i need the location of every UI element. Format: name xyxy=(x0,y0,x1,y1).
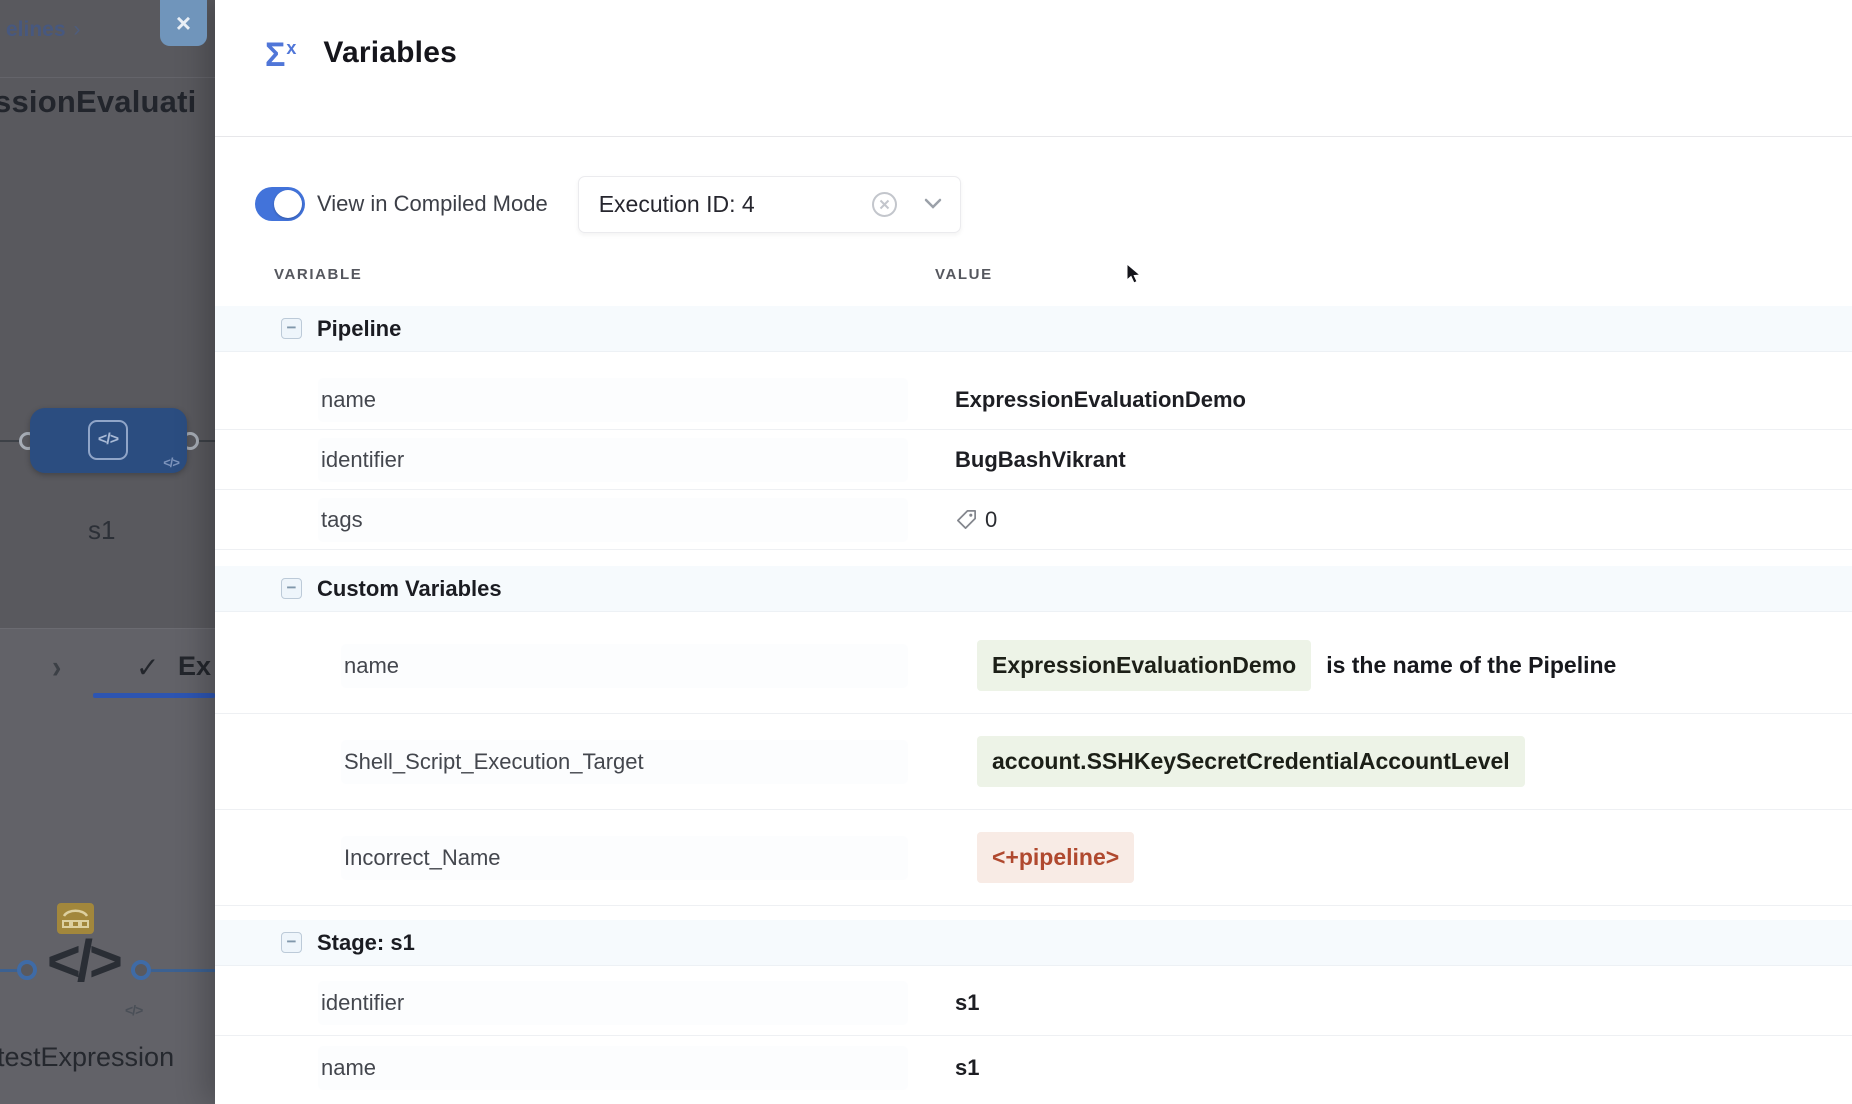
step-connector-line xyxy=(0,969,18,972)
pipeline-page-title: ssionEvaluati xyxy=(0,84,196,120)
step-label: testExpression xyxy=(0,1042,174,1073)
section-header-stage-s1[interactable]: − Stage: s1 xyxy=(215,920,1852,966)
column-header-value: VALUE xyxy=(930,266,993,283)
variable-name-label: tags xyxy=(318,498,908,542)
check-icon: ✓ xyxy=(136,651,159,684)
variable-value: s1 xyxy=(955,990,979,1016)
variable-value: s1 xyxy=(955,1055,979,1081)
toolbar-divider xyxy=(0,77,215,78)
table-row: identifier s1 xyxy=(215,970,1852,1036)
variables-table: VARIABLE VALUE − Pipeline name Expressio… xyxy=(215,257,1852,1100)
unresolved-value-chip: <+pipeline> xyxy=(977,832,1134,883)
node-connector-line xyxy=(197,440,215,442)
table-row: identifier BugBashVikrant xyxy=(215,430,1852,490)
resolved-value-chip: account.SSHKeySecretCredentialAccountLev… xyxy=(977,736,1525,787)
dimmed-pipeline-backdrop: elines› ssionEvaluati </> </> s1 › ✓ Ex … xyxy=(0,0,215,1104)
tags-value: 0 xyxy=(955,507,997,533)
compiled-mode-label: View in Compiled Mode xyxy=(317,191,548,217)
variable-name-label: name xyxy=(341,644,908,688)
chevron-down-icon[interactable] xyxy=(924,198,942,210)
table-row: name s1 xyxy=(215,1036,1852,1100)
resolved-value-chip: ExpressionEvaluationDemo xyxy=(977,640,1311,691)
variable-name-label: name xyxy=(318,378,908,422)
collapse-minus-icon[interactable]: − xyxy=(281,932,302,953)
clear-selection-icon[interactable] xyxy=(871,191,898,218)
table-row: name ExpressionEvaluationDemo xyxy=(215,370,1852,430)
drawer-close-button[interactable]: × xyxy=(160,0,207,46)
step-port xyxy=(17,960,37,980)
shell-script-step-icon[interactable]: </> xyxy=(47,928,119,995)
collapse-minus-icon[interactable]: − xyxy=(281,578,302,599)
mouse-cursor xyxy=(1125,263,1143,285)
variable-name-label: Incorrect_Name xyxy=(341,836,908,880)
table-row: Shell_Script_Execution_Target account.SS… xyxy=(215,714,1852,810)
compiled-mode-toggle[interactable] xyxy=(255,187,305,221)
section-header-custom-variables[interactable]: − Custom Variables xyxy=(215,566,1852,612)
panel-header: Σx Variables xyxy=(215,0,1852,137)
table-header-row: VARIABLE VALUE xyxy=(215,257,1852,291)
controls-row: View in Compiled Mode Execution ID: 4 xyxy=(215,137,1852,233)
table-row: name ExpressionEvaluationDemo is the nam… xyxy=(215,618,1852,714)
code-mini-icon: </> xyxy=(125,1002,142,1018)
code-mini-icon: </> xyxy=(163,455,179,470)
variable-value: BugBashVikrant xyxy=(955,447,1126,473)
variable-value: ExpressionEvaluationDemo xyxy=(955,387,1246,413)
node-connector-line xyxy=(0,440,20,442)
variable-name-label: identifier xyxy=(318,438,908,482)
stage-node-label: s1 xyxy=(88,515,115,546)
section-header-pipeline[interactable]: − Pipeline xyxy=(215,306,1852,352)
panel-body: View in Compiled Mode Execution ID: 4 VA… xyxy=(215,137,1852,1104)
tab-execution[interactable]: Ex xyxy=(178,651,211,682)
column-header-variable: VARIABLE xyxy=(215,266,930,283)
collapse-minus-icon[interactable]: − xyxy=(281,318,302,339)
value-suffix: is the name of the Pipeline xyxy=(1326,652,1616,679)
section-title: Custom Variables xyxy=(317,576,502,602)
section-title: Stage: s1 xyxy=(317,930,415,956)
execution-id-value: Execution ID: 4 xyxy=(599,191,755,218)
breadcrumb-text[interactable]: elines xyxy=(6,18,66,41)
panel-title: Variables xyxy=(323,36,457,70)
screen: elines› ssionEvaluati </> </> s1 › ✓ Ex … xyxy=(0,0,1852,1104)
table-row: Incorrect_Name <+pipeline> xyxy=(215,810,1852,906)
table-row: tags 0 xyxy=(215,490,1852,550)
execution-id-dropdown[interactable]: Execution ID: 4 xyxy=(578,176,961,233)
toggle-knob xyxy=(274,190,302,218)
breadcrumb[interactable]: elines › xyxy=(6,18,81,42)
tag-icon xyxy=(955,508,978,531)
stage-node[interactable]: </> </> xyxy=(30,408,187,473)
step-port xyxy=(131,960,151,980)
variables-panel: Σx Variables View in Compiled Mode Execu… xyxy=(215,0,1852,1104)
execution-tabbar: › ✓ Ex xyxy=(0,628,215,1104)
variable-name-label: Shell_Script_Execution_Target xyxy=(341,740,908,784)
section-title: Pipeline xyxy=(317,316,401,342)
variable-name-label: name xyxy=(318,1046,908,1090)
step-connector-line xyxy=(151,969,215,972)
collapse-chevron-icon[interactable]: › xyxy=(52,649,61,686)
breadcrumb-chevron-icon: › xyxy=(74,18,81,41)
variables-sigma-icon: Σx xyxy=(265,38,296,72)
close-icon: × xyxy=(176,10,191,36)
variable-name-label: identifier xyxy=(318,981,908,1025)
active-tab-indicator xyxy=(93,693,215,698)
custom-stage-icon: </> xyxy=(88,420,128,460)
